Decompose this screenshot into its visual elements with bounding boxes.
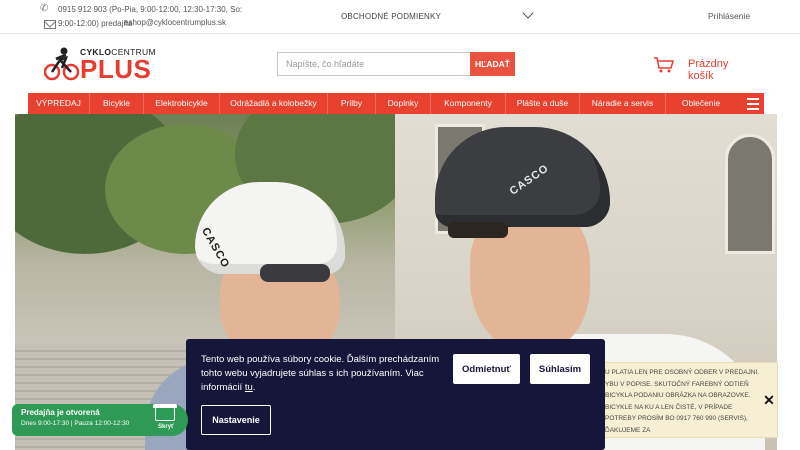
cookie-dialog: Tento web používa súbory cookie. Ďalším … (186, 339, 605, 450)
cart-icon (654, 57, 674, 73)
nav-item-komponenty[interactable]: Komponenty (431, 93, 506, 114)
terms-menu[interactable]: OBCHODNÉ PODMIENKY (341, 12, 441, 21)
mail-icon (44, 20, 56, 29)
accept-button[interactable]: Súhlasím (530, 354, 590, 384)
nav-item-oblecenie[interactable]: Oblečenie (666, 93, 736, 114)
store-icon (153, 404, 177, 421)
nav-item-elektrobicykle[interactable]: Elektrobicykle (144, 93, 220, 114)
search-button[interactable]: HĽADAŤ (470, 52, 515, 76)
window-shape (725, 134, 775, 254)
opening-hours-badge[interactable]: Predajňa je otvorená Dnes 9:00-17:30 | P… (12, 404, 188, 436)
nav-item-prilby[interactable]: Prilby (328, 93, 376, 114)
hours-detail: Dnes 9:00-17:30 | Pauza 12:00-12:30 (21, 420, 130, 427)
cookie-text: Tento web používa súbory cookie. Ďalším … (201, 354, 440, 393)
email-link[interactable]: eshop@cyklocentrumplus.sk (124, 18, 226, 27)
logo-main-text: PLUS (80, 54, 152, 84)
nav-item-vypredaj[interactable]: VÝPREDAJ (28, 93, 90, 114)
nav-item-plaste[interactable]: Plášte a duše (506, 93, 580, 114)
nav-item-doplnky[interactable]: Doplnky (376, 93, 431, 114)
cart-label: Prázdny košík (688, 58, 729, 82)
page: ✆ 0915 912 903 (Po-Pia, 9:00-12:00, 12:3… (0, 0, 800, 450)
notice-text: U PLATIA LEN PRE OSOBNÝ ODBER V PREDAJNI… (605, 369, 760, 434)
chevron-down-icon[interactable] (522, 7, 534, 19)
site-logo[interactable]: CYKLOCENTRUM PLUS (44, 44, 156, 84)
search-input[interactable] (277, 52, 471, 76)
login-link[interactable]: Prihlásenie (708, 11, 750, 21)
phone-icon: ✆ (40, 3, 49, 14)
decline-button[interactable]: Odmietnuť (453, 354, 520, 384)
hours-title: Predajňa je otvorená (21, 408, 100, 417)
hide-hours-button[interactable]: Skryť (155, 424, 177, 430)
man-sunglasses (448, 222, 508, 238)
store-notice: U PLATIA LEN PRE OSOBNÝ ODBER V PREDAJNI… (586, 362, 778, 438)
nav-item-odrazadla[interactable]: Odrážadlá a kolobežky (220, 93, 328, 114)
top-bar: ✆ 0915 912 903 (Po-Pia, 9:00-12:00, 12:3… (0, 0, 800, 34)
main-nav: VÝPREDAJ Bicykle Elektrobicykle Odrážadl… (28, 93, 764, 114)
settings-button[interactable]: Nastavenie (201, 405, 271, 435)
cart[interactable]: Prázdny košík (654, 55, 754, 82)
cookie-info-link[interactable]: tu (245, 382, 253, 393)
cyclist-logo-icon (44, 47, 80, 81)
nav-item-naradie[interactable]: Náradie a servis (580, 93, 666, 114)
nav-item-bicykle[interactable]: Bicykle (90, 93, 144, 114)
search-bar: HĽADAŤ (277, 52, 515, 76)
woman-sunglasses (260, 264, 330, 282)
close-icon[interactable]: ✕ (762, 393, 776, 407)
menu-icon[interactable] (742, 93, 764, 114)
